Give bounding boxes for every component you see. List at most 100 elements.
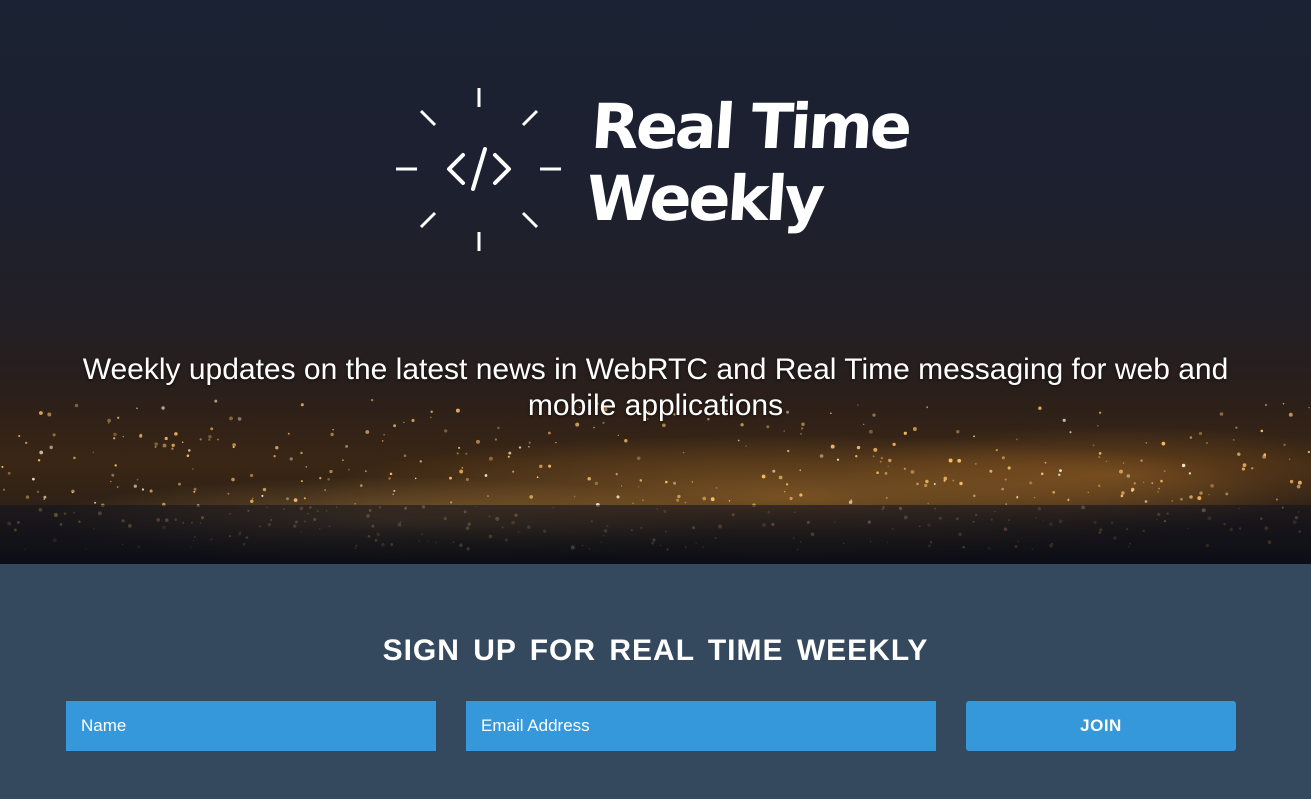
hero-tagline: Weekly updates on the latest news in Web… <box>82 353 1229 422</box>
city-light-dot <box>300 480 303 483</box>
city-light-dot <box>639 479 643 482</box>
city-light-dot <box>1151 482 1153 484</box>
city-light-dot <box>507 455 510 458</box>
city-light-dot <box>136 478 139 481</box>
city-light-dot <box>38 411 43 415</box>
city-light-dot <box>885 496 888 499</box>
city-light-dot <box>1131 490 1134 493</box>
city-light-dot <box>465 477 469 482</box>
hero-section: Real Time Weekly Weekly updates on the l… <box>0 0 1311 564</box>
city-light-dot <box>110 480 112 483</box>
city-light-dot <box>487 495 489 498</box>
city-light-dot <box>638 486 640 488</box>
city-light-dot <box>1308 406 1310 409</box>
city-light-dot <box>673 481 677 485</box>
city-light-dot <box>149 489 153 493</box>
city-light-dot <box>303 497 306 500</box>
name-input[interactable] <box>66 701 436 751</box>
city-light-dot <box>231 477 235 482</box>
city-light-dot <box>836 458 840 461</box>
city-light-dot <box>1120 494 1124 498</box>
city-light-dot <box>341 459 344 462</box>
city-light-dot <box>676 498 680 502</box>
city-light-dot <box>364 470 367 473</box>
city-light-dot <box>956 430 960 434</box>
city-light-dot <box>529 495 534 499</box>
city-light-dot <box>381 440 384 442</box>
city-light-dot <box>114 464 117 467</box>
city-light-dot <box>171 443 175 447</box>
city-light-dot <box>1067 498 1070 501</box>
city-light-dot <box>92 451 95 454</box>
city-light-dot <box>383 433 385 436</box>
city-light-dot <box>181 441 184 443</box>
city-light-dot <box>403 454 407 458</box>
city-light-dot <box>785 483 789 486</box>
city-light-dot <box>1242 463 1247 467</box>
city-light-dot <box>71 491 74 494</box>
site-logo[interactable]: Real Time Weekly <box>393 85 913 255</box>
city-light-dot <box>488 456 493 461</box>
city-light-dot <box>547 431 551 435</box>
city-light-dot <box>677 494 681 499</box>
city-light-dot <box>927 502 929 505</box>
city-light-dot <box>1097 425 1099 427</box>
city-light-dot <box>186 454 190 458</box>
city-light-dot <box>1029 481 1033 485</box>
city-light-dot <box>1158 487 1161 490</box>
city-light-dot <box>1157 491 1159 493</box>
city-light-dot <box>289 457 293 461</box>
city-light-dot <box>772 469 776 473</box>
city-light-dot <box>819 454 824 458</box>
city-light-dot <box>728 500 731 502</box>
city-light-dot <box>113 432 117 437</box>
city-light-dot <box>710 497 715 502</box>
city-light-dot <box>365 430 370 434</box>
city-light-dot <box>778 475 783 480</box>
city-light-dot <box>830 444 835 449</box>
city-light-dot <box>300 451 303 455</box>
city-light-dot <box>620 485 623 487</box>
city-light-dot <box>1140 459 1143 462</box>
city-light-dot <box>800 432 802 435</box>
city-light-dot <box>141 488 145 491</box>
city-light-dot <box>37 459 41 462</box>
city-light-dot <box>737 439 740 442</box>
city-light-dot <box>974 462 977 465</box>
city-light-dot <box>232 443 236 447</box>
city-light-dot <box>873 447 878 452</box>
city-light-dot <box>555 441 557 444</box>
join-button[interactable]: JOIN <box>966 701 1236 751</box>
city-light-dot <box>1199 491 1203 495</box>
city-light-dot <box>682 451 685 454</box>
city-light-dot <box>359 484 363 487</box>
city-light-dot <box>419 460 422 463</box>
city-light-dot <box>1040 472 1044 476</box>
city-light-dot <box>903 431 907 435</box>
logo-line-2: Weekly <box>583 162 825 235</box>
city-light-dot <box>1033 496 1036 499</box>
city-light-dot <box>925 479 929 484</box>
city-light-dot <box>327 477 330 481</box>
city-light-dot <box>933 483 936 485</box>
city-light-dot <box>548 464 552 468</box>
city-light-dot <box>587 477 591 481</box>
city-light-dot <box>761 474 766 479</box>
city-light-dot <box>1126 474 1131 478</box>
city-light-dot <box>329 469 333 474</box>
city-light-dot <box>1 465 4 468</box>
city-light-dot <box>25 441 28 445</box>
city-light-dot <box>164 436 168 441</box>
city-light-dot <box>250 499 254 504</box>
city-light-dot <box>1288 458 1291 460</box>
city-light-dot <box>1133 482 1136 485</box>
city-light-dot <box>449 476 452 480</box>
city-light-dot <box>1307 450 1311 454</box>
city-light-dot <box>594 481 599 486</box>
city-light-dot <box>1198 431 1203 436</box>
city-light-dot <box>459 469 464 474</box>
city-light-dot <box>199 438 202 441</box>
city-light-dot <box>624 439 628 443</box>
city-light-dot <box>995 449 998 452</box>
email-input[interactable] <box>466 701 936 751</box>
